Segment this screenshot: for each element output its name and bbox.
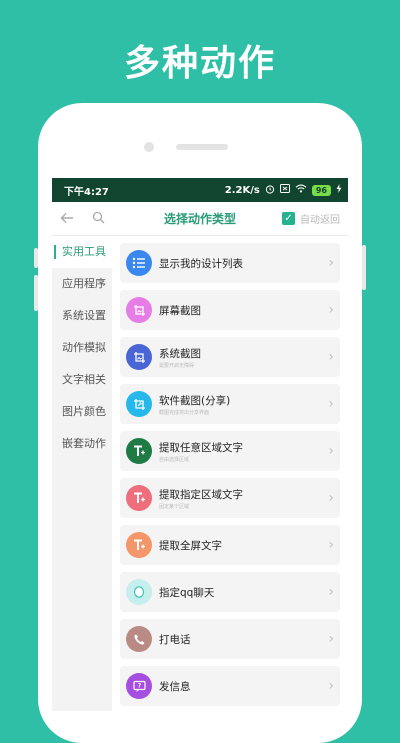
svg-text:?: ? [137, 682, 141, 689]
screenshot-icon [126, 297, 152, 323]
back-arrow-icon[interactable] [60, 209, 78, 228]
action-item[interactable]: 显示我的设计列表 › [120, 243, 340, 283]
chevron-right-icon: › [328, 396, 334, 412]
action-label: 屏幕截图 [159, 304, 201, 317]
message-icon: ? [126, 673, 152, 699]
action-label: 显示我的设计列表 [159, 257, 243, 270]
sidebar-item-tools[interactable]: 实用工具 [52, 236, 112, 268]
system-screenshot-icon [126, 344, 152, 370]
action-item[interactable]: 指定qq聊天 › [120, 572, 340, 612]
action-item[interactable]: 软件截图(分享) 截图完成将出分享界面 › [120, 384, 340, 424]
sidebar-item-system-settings[interactable]: 系统设置 [52, 300, 112, 332]
action-item[interactable]: ? 发信息 › [120, 666, 340, 706]
app-navbar: 选择动作类型 ✓ 自动返回 [52, 202, 348, 236]
chevron-right-icon: › [328, 490, 334, 506]
status-bar: 下午4:27 2.2K/s 96 [52, 178, 348, 202]
share-screenshot-icon [126, 391, 152, 417]
status-time: 下午4:27 [64, 186, 109, 198]
chevron-right-icon: › [328, 584, 334, 600]
chevron-right-icon: › [328, 631, 334, 647]
checkbox-checked-icon[interactable]: ✓ [282, 212, 295, 225]
text-extract-fullscreen-icon [126, 532, 152, 558]
auto-return-label: 自动返回 [300, 215, 340, 226]
action-label: 提取全屏文字 [159, 539, 222, 552]
chevron-right-icon: › [328, 302, 334, 318]
auto-return-toggle[interactable]: ✓ 自动返回 [282, 211, 340, 226]
sidebar-item-apps[interactable]: 应用程序 [52, 268, 112, 300]
sidebar-item-text[interactable]: 文字相关 [52, 364, 112, 396]
phone-side-button [34, 248, 38, 268]
page-headline: 多种动作 [123, 43, 276, 84]
category-sidebar: 实用工具 应用程序 系统设置 动作模拟 文字相关 图片颜色 嵌套动作 [52, 236, 112, 711]
action-item[interactable]: 提取全屏文字 › [120, 525, 340, 565]
text-extract-icon [126, 438, 152, 464]
action-description: 需要开启无障碍 [159, 362, 195, 369]
chevron-right-icon: › [328, 537, 334, 553]
phone-side-button [34, 275, 38, 311]
chevron-right-icon: › [328, 255, 334, 271]
phone-icon [126, 626, 152, 652]
front-camera [144, 142, 154, 152]
wifi-icon [295, 184, 307, 196]
earpiece-speaker [176, 144, 228, 150]
action-label: 打电话 [159, 633, 191, 646]
qq-chat-icon [126, 579, 152, 605]
action-label: 提取任意区域文字 [159, 441, 243, 454]
sidebar-item-image-color[interactable]: 图片颜色 [52, 396, 112, 428]
search-icon[interactable] [92, 209, 106, 228]
text-extract-area-icon [126, 485, 152, 511]
action-item[interactable]: 系统截图 需要开启无障碍 › [120, 337, 340, 377]
action-item[interactable]: 提取指定区域文字 固定某个区域 › [120, 478, 340, 518]
action-item[interactable]: 提取任意区域文字 自由选择区域 › [120, 431, 340, 471]
action-description: 截图完成将出分享界面 [159, 409, 210, 416]
battery-indicator: 96 [311, 184, 331, 196]
action-item[interactable]: 打电话 › [120, 619, 340, 659]
sidebar-item-action-simulation[interactable]: 动作模拟 [52, 332, 112, 364]
action-label: 提取指定区域文字 [159, 488, 243, 501]
action-label: 软件截图(分享) [159, 394, 231, 407]
action-label: 发信息 [159, 680, 191, 693]
chevron-right-icon: › [328, 443, 334, 459]
action-description: 自由选择区域 [159, 456, 190, 463]
chevron-right-icon: › [328, 678, 334, 694]
alarm-icon [265, 184, 275, 197]
phone-side-button [362, 245, 366, 290]
action-label: 系统截图 [159, 347, 201, 360]
charging-icon [336, 184, 342, 196]
chevron-right-icon: › [328, 349, 334, 365]
action-list: 显示我的设计列表 › 屏幕截图 › 系统截图 需要开启无障碍 › 软件截图(分享… [112, 236, 348, 711]
action-item[interactable]: 屏幕截图 › [120, 290, 340, 330]
network-speed: 2.2K/s [224, 184, 260, 196]
sidebar-item-nested-actions[interactable]: 嵌套动作 [52, 428, 112, 460]
action-label: 指定qq聊天 [159, 586, 215, 599]
phone-screen: 下午4:27 2.2K/s 96 选择动作类型 ✓ 自动返回 实用工具 应用程序… [52, 178, 348, 711]
list-icon [126, 250, 152, 276]
action-description: 固定某个区域 [159, 503, 190, 510]
sim-icon [279, 184, 290, 196]
